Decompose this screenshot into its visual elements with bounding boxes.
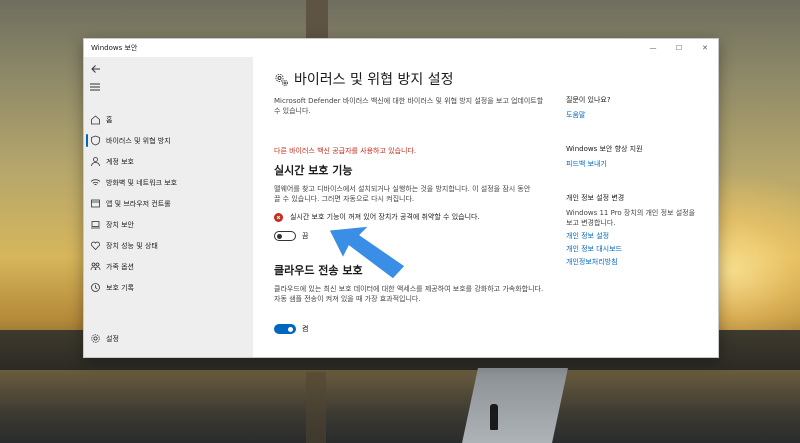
cloud-protection-description: 클라우드에 있는 최신 보호 데이터에 대한 액세스를 제공하여 보호를 강화하… [274,285,544,303]
feedback-link[interactable]: 피드백 보내기 [566,159,696,169]
realtime-toggle-label: 끔 [302,232,309,240]
sidebar-item-virus-protection[interactable]: 바이러스 및 위협 방지 [84,130,253,151]
window-controls: — ☐ ✕ [640,39,718,57]
realtime-alert: 실시간 보호 기능이 꺼져 있어 장치가 공격에 취약할 수 있습니다. [274,212,544,222]
cloud-toggle-label: 켬 [302,325,309,333]
sidebar-item-label: 바이러스 및 위협 방지 [106,136,171,145]
privacy-statement-link[interactable]: 개인정보처리방침 [566,257,696,267]
nav-list: 홈 바이러스 및 위협 방지 계정 보호 방화벽 및 네트워크 보호 앱 및 브… [84,109,253,298]
shield-icon [91,135,100,146]
sidebar-item-account-protection[interactable]: 계정 보호 [84,151,253,172]
reflecting-pool [0,370,800,443]
heart-icon [91,241,100,251]
sidebar-item-protection-history[interactable]: 보호 기록 [84,277,253,298]
wifi-icon [90,179,101,186]
realtime-protection-toggle[interactable] [274,231,296,241]
realtime-protection-description: 맬웨어를 찾고 디바이스에서 설치되거나 실행하는 것을 방지합니다. 이 설정… [274,185,531,203]
annotation-arrow-icon [328,225,406,280]
improve-heading: Windows 보안 향상 지원 [566,145,643,153]
sidebar-item-label: 방화벽 및 네트워크 보호 [106,178,178,187]
home-icon [91,115,100,125]
privacy-section: 개인 정보 설정 변경 Windows 11 Pro 장치의 개인 정보 설정을… [566,193,696,267]
sidebar-item-label: 홈 [106,115,113,124]
toggle-knob [288,326,293,332]
sidebar-item-label: 장치 보안 [106,220,134,229]
settings-gears-icon [275,73,288,86]
walking-person [490,404,498,430]
person-icon [91,157,100,167]
toggle-knob [277,233,282,239]
sidebar-item-label: 앱 및 브라우저 컨트롤 [106,199,171,208]
privacy-dashboard-link[interactable]: 개인 정보 대시보드 [566,244,696,254]
realtime-toggle-row: 끔 [274,231,544,241]
hamburger-menu-icon[interactable] [90,83,100,91]
sidebar-item-firewall[interactable]: 방화벽 및 네트워크 보호 [84,172,253,193]
help-link[interactable]: 도움말 [566,110,696,120]
sidebar-item-settings[interactable]: 설정 [84,328,253,349]
realtime-alert-text: 실시간 보호 기능이 꺼져 있어 장치가 공격에 취약할 수 있습니다. [290,213,480,221]
help-heading: 질문이 있나요? [566,96,611,104]
history-icon [91,283,100,292]
sidebar: 홈 바이러스 및 위협 방지 계정 보호 방화벽 및 네트워크 보호 앱 및 브… [84,57,253,357]
realtime-protection-title: 실시간 보호 기능 [274,164,353,177]
title-bar: Windows 보안 — ☐ ✕ [84,39,718,57]
app-window-icon [91,199,100,208]
window-title: Windows 보안 [91,44,138,52]
sidebar-item-label: 설정 [106,334,119,343]
gear-icon [91,334,100,343]
sidebar-item-device-performance[interactable]: 장치 성능 및 상태 [84,235,253,256]
main-content: 바이러스 및 위협 방지 설정 Microsoft Defender 바이러스 … [253,57,718,357]
sidebar-item-home[interactable]: 홈 [84,109,253,130]
cloud-toggle-row: 켬 [274,324,544,334]
minimize-button[interactable]: — [640,39,666,57]
error-icon [274,212,283,222]
close-button[interactable]: ✕ [692,39,718,57]
privacy-text: Windows 11 Pro 장치의 개인 정보 설정을 보고 변경합니다. [566,209,696,227]
sidebar-item-label: 가족 옵션 [106,262,134,271]
cloud-protection-title: 클라우드 전송 보호 [274,264,363,277]
monument-silhouette [306,0,328,40]
sidebar-item-device-security[interactable]: 장치 보안 [84,214,253,235]
windows-security-window: Windows 보안 — ☐ ✕ 홈 바이러스 및 위협 방지 계정 보호 방화… [83,38,719,358]
other-antivirus-warning: 다른 바이러스 백신 공급자를 사용하고 있습니다. [274,147,417,155]
maximize-button[interactable]: ☐ [666,39,692,57]
laptop-icon [91,221,100,229]
cloud-protection-toggle[interactable] [274,324,296,334]
sidebar-item-label: 장치 성능 및 상태 [106,241,158,250]
sidebar-item-label: 계정 보호 [106,157,134,166]
sidebar-item-family-options[interactable]: 가족 옵션 [84,256,253,277]
sidebar-item-app-browser[interactable]: 앱 및 브라우저 컨트롤 [84,193,253,214]
privacy-settings-link[interactable]: 개인 정보 설정 [566,231,696,241]
sidebar-item-label: 보호 기록 [106,283,134,292]
family-icon [90,262,101,271]
privacy-heading: 개인 정보 설정 변경 [566,194,625,202]
monument-reflection [306,372,326,443]
back-arrow-icon[interactable] [90,63,102,75]
feedback-section: Windows 보안 향상 지원 피드백 보내기 [566,144,696,169]
page-description: Microsoft Defender 바이러스 백신에 대한 바이러스 및 위협… [274,97,544,115]
walkway [462,368,568,443]
help-section: 질문이 있나요? 도움말 [566,95,696,120]
right-panel: 질문이 있나요? 도움말 Windows 보안 향상 지원 피드백 보내기 개인… [566,95,696,291]
page-title: 바이러스 및 위협 방지 설정 [294,72,454,88]
